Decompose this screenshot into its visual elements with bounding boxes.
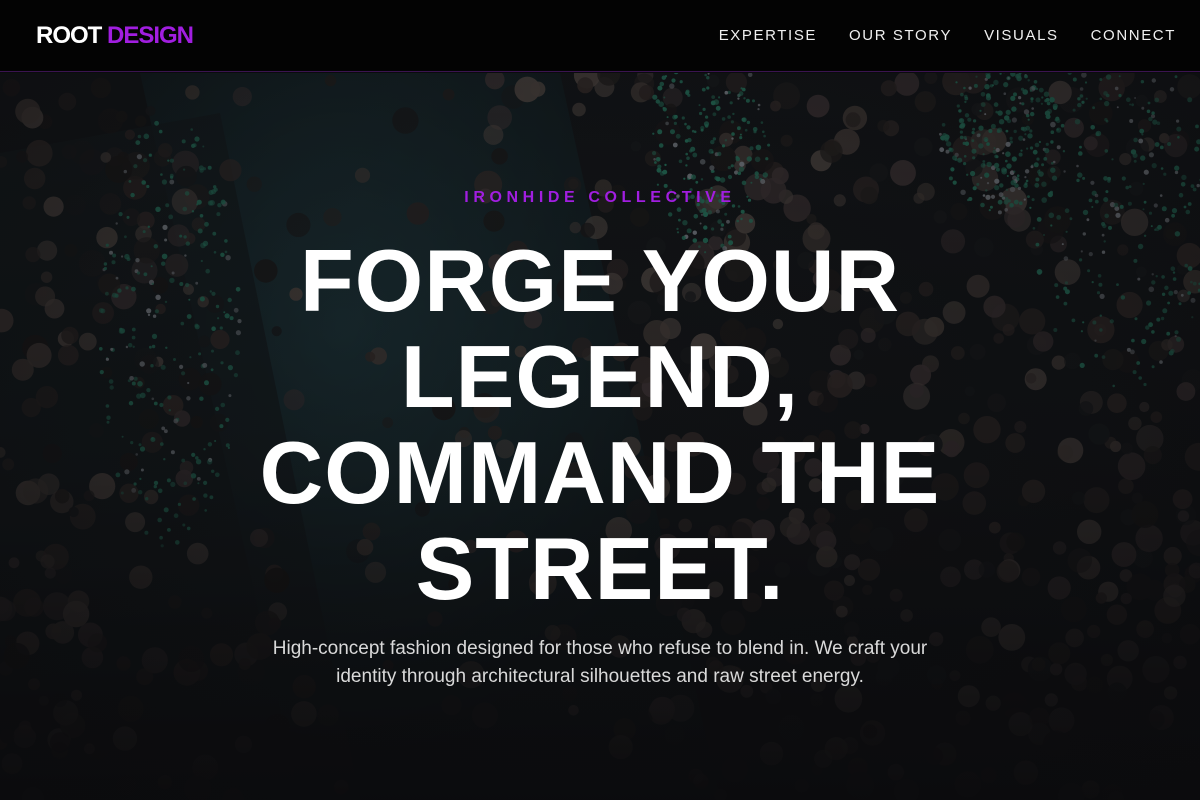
nav-link-our-story[interactable]: OUR STORY [849,27,952,44]
hero-eyebrow: IRONHIDE COLLECTIVE [464,189,736,206]
brand-logo[interactable]: ROOT DESIGN [36,21,194,50]
landing-page: ROOT DESIGN EXPERTISE OUR STORY VISUALS … [0,0,1200,800]
top-navbar: ROOT DESIGN EXPERTISE OUR STORY VISUALS … [0,0,1200,72]
headline-line-1: FORGE YOUR [299,231,900,330]
hero-headline: FORGE YOUR LEGEND, COMMAND THE STREET. [180,233,1020,617]
headline-line-3: COMMAND THE [259,423,941,522]
headline-line-4: STREET. [415,519,785,618]
nav-link-expertise[interactable]: EXPERTISE [719,27,817,44]
primary-nav: EXPERTISE OUR STORY VISUALS CONNECT [719,27,1176,44]
hero-subcopy: High-concept fashion designed for those … [272,638,928,687]
logo-text-root: ROOT [36,21,102,49]
logo-text-design: DESIGN [107,21,194,49]
nav-link-visuals[interactable]: VISUALS [984,27,1059,44]
nav-link-connect[interactable]: CONNECT [1091,27,1176,44]
hero-content: IRONHIDE COLLECTIVE FORGE YOUR LEGEND, C… [0,73,1200,800]
headline-line-2: LEGEND, [400,327,800,426]
